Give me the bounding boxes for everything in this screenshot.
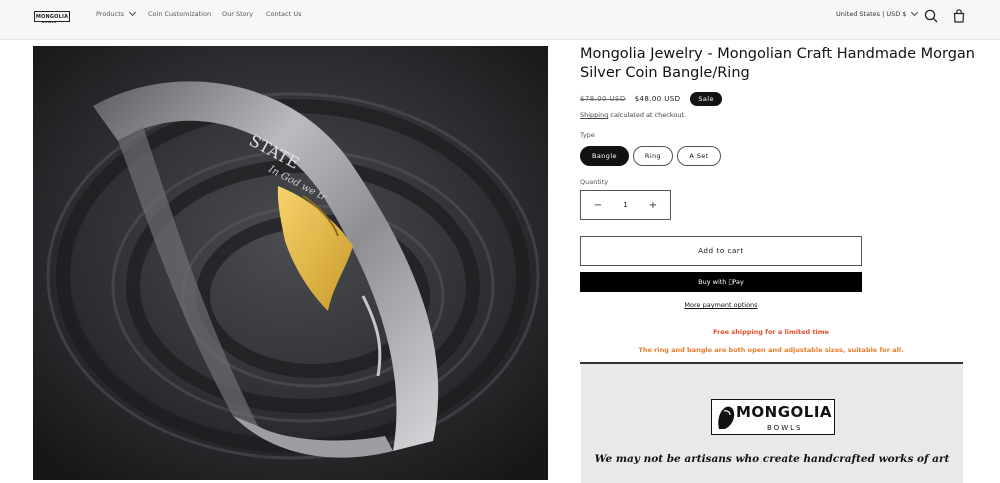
locale-selector[interactable]: United States | USD $ [836, 8, 919, 18]
shipping-info: Shipping calculated at checkout. [580, 111, 686, 119]
shipping-link[interactable]: Shipping [580, 111, 608, 119]
site-header: MONGOLIA BOWLS Products Coin Customizati… [0, 0, 1000, 40]
nav-our-story[interactable]: Our Story [222, 10, 253, 18]
brand-logo-word: MONGOLIA [736, 403, 833, 421]
bangle-photo: STATE In God we tr [33, 46, 548, 480]
variant-picker: Bangle Ring A Set [580, 146, 721, 166]
nav-products[interactable]: Products [96, 8, 137, 18]
brand-logo: MONGOLIA BOWLS [711, 399, 835, 435]
nav-story-label: Our Story [222, 10, 254, 18]
sale-badge: Sale [690, 92, 722, 106]
add-to-cart-button[interactable]: Add to cart [580, 236, 862, 266]
cart-icon[interactable] [952, 9, 966, 23]
brand-tagline: We may not be artisans who create handcr… [594, 453, 950, 465]
site-logo-sub: BOWLS [42, 20, 57, 24]
more-payment-options-link[interactable]: More payment options [580, 301, 862, 309]
nav-contact-label: Contact Us [266, 10, 302, 18]
price-sale: $48.00 USD [634, 95, 681, 103]
plus-icon[interactable]: + [648, 200, 658, 211]
product-title: Mongolia Jewelry - Mongolian Craft Handm… [580, 46, 975, 81]
brand-logo-sub: BOWLS [767, 424, 803, 432]
brand-banner: MONGOLIA BOWLS We may not be artisans wh… [581, 364, 963, 483]
product-image[interactable]: STATE In God we tr [33, 46, 548, 480]
variant-set[interactable]: A Set [677, 146, 721, 166]
nav-contact-us[interactable]: Contact Us [266, 10, 302, 18]
quantity-label: Quantity [580, 178, 609, 186]
quantity-stepper: − 1 + [580, 190, 671, 220]
type-label: Type [580, 131, 595, 139]
price-row: $78.00 USD $48.00 USD Sale [580, 92, 722, 106]
nav-coin-label: Coin Customization [148, 10, 212, 18]
shipping-text: calculated at checkout. [608, 111, 687, 119]
nav-coin-customization[interactable]: Coin Customization [148, 10, 211, 18]
chevron-down-icon [129, 8, 137, 17]
size-note: The ring and bangle are both open and ad… [638, 346, 904, 354]
search-icon[interactable] [924, 9, 938, 23]
free-shipping-notice: Free shipping for a limited time [713, 328, 829, 336]
buy-with-apple-pay-button[interactable]: Buy with Pay [580, 272, 862, 292]
variant-bangle[interactable]: Bangle [580, 146, 629, 166]
locale-label: United States | USD $ [836, 10, 907, 18]
variant-ring[interactable]: Ring [633, 146, 673, 166]
chevron-down-icon [911, 8, 919, 17]
nav-products-label: Products [96, 10, 125, 18]
quantity-value[interactable]: 1 [623, 201, 627, 209]
minus-icon[interactable]: − [593, 200, 603, 211]
warrior-head-icon [718, 406, 735, 429]
price-regular: $78.00 USD [580, 95, 626, 103]
